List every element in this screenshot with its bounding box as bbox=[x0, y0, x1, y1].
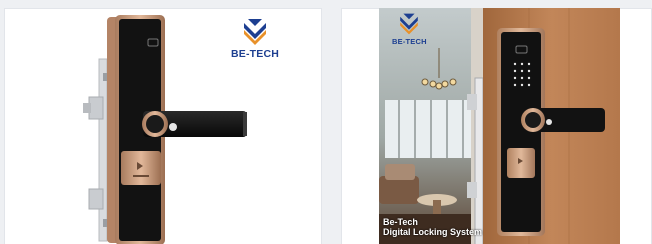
caption-product: Digital Locking System bbox=[383, 227, 483, 237]
brand-logo: BE-TECH bbox=[231, 17, 279, 60]
be-tech-logo-icon bbox=[240, 17, 271, 47]
product-caption: Be-Tech Digital Locking System bbox=[383, 217, 543, 237]
brand-logo-text: BE-TECH bbox=[231, 48, 280, 60]
product-card-1[interactable]: BE-TECH bbox=[4, 8, 322, 244]
be-tech-logo-icon bbox=[400, 13, 419, 35]
scene-brand-logo: BE-TECH bbox=[392, 12, 427, 46]
scene-brand-logo-text: BE-TECH bbox=[392, 37, 427, 46]
caption-brand: Be-Tech bbox=[383, 217, 418, 227]
